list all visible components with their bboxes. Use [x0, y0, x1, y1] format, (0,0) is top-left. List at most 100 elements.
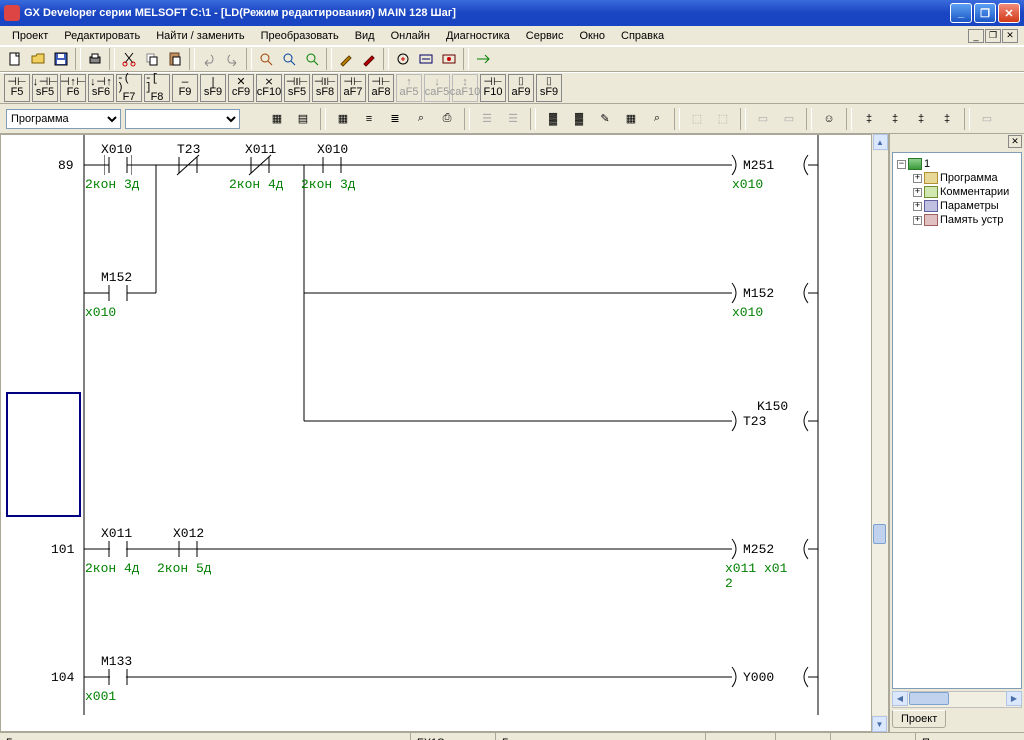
- scroll-thumb[interactable]: [873, 524, 886, 544]
- tool-find2[interactable]: [415, 48, 437, 70]
- tool-q3[interactable]: [301, 48, 323, 70]
- tb3-7[interactable]: ⎙: [436, 108, 458, 130]
- menu-online[interactable]: Онлайн: [385, 28, 436, 44]
- tool-find3[interactable]: [438, 48, 460, 70]
- tb3-11[interactable]: ▓: [568, 108, 590, 130]
- menu-service[interactable]: Сервис: [520, 28, 570, 44]
- params-icon: [924, 200, 938, 212]
- save-button[interactable]: [50, 48, 72, 70]
- paste-button[interactable]: [164, 48, 186, 70]
- tree-expand-icon[interactable]: +: [913, 216, 922, 225]
- tb3-21[interactable]: ‡: [884, 108, 906, 130]
- fkey-F10[interactable]: ⊣⊢F10: [480, 74, 506, 102]
- tb3-6[interactable]: ⌕: [410, 108, 432, 130]
- panel-close-button[interactable]: ✕: [1008, 135, 1022, 148]
- fkey-F7[interactable]: -( )F7: [116, 74, 142, 102]
- tb3-1[interactable]: ▦: [266, 108, 288, 130]
- tb3-20[interactable]: ‡: [858, 108, 880, 130]
- menu-find[interactable]: Найти / заменить: [150, 28, 250, 44]
- new-button[interactable]: [4, 48, 26, 70]
- fkey-sF5[interactable]: ↓⊣⊢sF5: [32, 74, 58, 102]
- tb3-16[interactable]: ⬚: [712, 108, 734, 130]
- menu-help[interactable]: Справка: [615, 28, 670, 44]
- fkey-cF10[interactable]: ⨯cF10: [256, 74, 282, 102]
- mdi-restore[interactable]: ❐: [985, 29, 1001, 43]
- tb3-24[interactable]: ▭: [976, 108, 998, 130]
- tree-program[interactable]: Программа: [940, 172, 998, 184]
- cut-button[interactable]: [118, 48, 140, 70]
- tree-expand-icon[interactable]: +: [913, 188, 922, 197]
- tb3-2[interactable]: ▤: [292, 108, 314, 130]
- fkey-sF6[interactable]: ↓⊣↑sF6: [88, 74, 114, 102]
- fkey-F8[interactable]: -[ ]F8: [144, 74, 170, 102]
- maximize-button[interactable]: ❐: [974, 3, 996, 23]
- tree-comments[interactable]: Комментарии: [940, 186, 1009, 198]
- project-tree[interactable]: − 1 + Программа + Комментарии + Параметр…: [892, 152, 1022, 689]
- tb3-10[interactable]: ▓: [542, 108, 564, 130]
- fkey-aF9[interactable]: ⌷aF9: [508, 74, 534, 102]
- tb3-5[interactable]: ≣: [384, 108, 406, 130]
- open-button[interactable]: [27, 48, 49, 70]
- program-type-combo[interactable]: Программа: [6, 109, 121, 129]
- fkey-aF8[interactable]: ⊣⊢aF8: [368, 74, 394, 102]
- tb3-3[interactable]: ▦: [332, 108, 354, 130]
- tb3-8[interactable]: ☰: [476, 108, 498, 130]
- fkey-cF9[interactable]: ✕cF9: [228, 74, 254, 102]
- scroll-down-button[interactable]: ▼: [872, 716, 887, 732]
- undo-button[interactable]: [198, 48, 220, 70]
- vertical-scrollbar[interactable]: ▲ ▼: [871, 134, 888, 732]
- tb3-4[interactable]: ≡: [358, 108, 380, 130]
- hscroll-left[interactable]: ◀: [892, 691, 908, 706]
- fkey-sF9[interactable]: |sF9: [200, 74, 226, 102]
- fkey-F6[interactable]: ⊣↑⊢F6: [60, 74, 86, 102]
- program-name-combo[interactable]: [125, 109, 240, 129]
- fkey-F9[interactable]: —F9: [172, 74, 198, 102]
- tb3-14[interactable]: ⌕: [646, 108, 668, 130]
- redo-button[interactable]: [221, 48, 243, 70]
- menu-project[interactable]: Проект: [6, 28, 54, 44]
- tool-q2[interactable]: [278, 48, 300, 70]
- tb3-23[interactable]: ‡: [936, 108, 958, 130]
- tool-brush2[interactable]: [358, 48, 380, 70]
- tree-collapse-icon[interactable]: −: [897, 160, 906, 169]
- hscroll-right[interactable]: ▶: [1006, 691, 1022, 706]
- tool-convert[interactable]: [472, 48, 494, 70]
- menu-diagnostics[interactable]: Диагностика: [440, 28, 516, 44]
- menu-edit[interactable]: Редактировать: [58, 28, 146, 44]
- tree-expand-icon[interactable]: +: [913, 202, 922, 211]
- tb3-17[interactable]: ▭: [752, 108, 774, 130]
- minimize-button[interactable]: _: [950, 3, 972, 23]
- tb3-15[interactable]: ⬚: [686, 108, 708, 130]
- mdi-close[interactable]: ✕: [1002, 29, 1018, 43]
- panel-tab-project[interactable]: Проект: [892, 710, 946, 728]
- fkey-aF7[interactable]: ⊣⊢aF7: [340, 74, 366, 102]
- tree-params[interactable]: Параметры: [940, 200, 999, 212]
- tb3-19[interactable]: ☺: [818, 108, 840, 130]
- hscroll-thumb[interactable]: [909, 692, 949, 705]
- tb3-13[interactable]: ▦: [620, 108, 642, 130]
- tool-brush1[interactable]: [335, 48, 357, 70]
- menu-convert[interactable]: Преобразовать: [255, 28, 345, 44]
- fkey-sF8[interactable]: ⊣‖⊢sF8: [312, 74, 338, 102]
- fkey-F5[interactable]: ⊣⊢F5: [4, 74, 30, 102]
- ladder-editor[interactable]: 89 X010 2кон 3д T23 X011 2кон 4д X010 2к…: [0, 134, 871, 732]
- tb3-22[interactable]: ‡: [910, 108, 932, 130]
- tb3-9[interactable]: ☰: [502, 108, 524, 130]
- tb3-12[interactable]: ✎: [594, 108, 616, 130]
- tool-find1[interactable]: [392, 48, 414, 70]
- print-button[interactable]: [84, 48, 106, 70]
- tool-q1[interactable]: [255, 48, 277, 70]
- copy-button[interactable]: [141, 48, 163, 70]
- fkey-sF9[interactable]: ⌷sF9: [536, 74, 562, 102]
- close-button[interactable]: ✕: [998, 3, 1020, 23]
- tb3-18[interactable]: ▭: [778, 108, 800, 130]
- tree-expand-icon[interactable]: +: [913, 174, 922, 183]
- menu-view[interactable]: Вид: [349, 28, 381, 44]
- fkey-sF5[interactable]: ⊣‖⊢sF5: [284, 74, 310, 102]
- menu-window[interactable]: Окно: [573, 28, 611, 44]
- tree-memory[interactable]: Память устр: [940, 214, 1003, 226]
- mdi-minimize[interactable]: _: [968, 29, 984, 43]
- tree-root[interactable]: 1: [924, 158, 930, 170]
- panel-hscroll[interactable]: ◀ ▶: [892, 691, 1022, 708]
- scroll-up-button[interactable]: ▲: [873, 134, 888, 150]
